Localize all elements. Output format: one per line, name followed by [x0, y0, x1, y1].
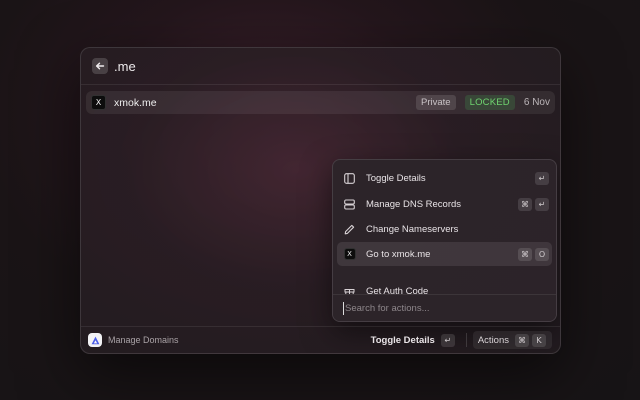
k-key-hint: K — [532, 333, 546, 347]
action-go-to-domain[interactable]: X Go to xmok.me ⌘ O — [337, 242, 552, 266]
action-label: Change Nameservers — [366, 223, 459, 235]
header-bar: .me — [81, 48, 560, 85]
primary-action-button[interactable]: Toggle Details — [371, 335, 435, 346]
action-search-bar — [333, 294, 556, 321]
action-panel: Toggle Details ↵ Manage DNS Records ⌘ ↵ … — [332, 159, 557, 322]
action-label: Toggle Details — [366, 172, 426, 184]
x-logo-icon: X — [343, 248, 356, 260]
action-search-input[interactable] — [343, 301, 537, 315]
enter-key-hint: ↵ — [535, 171, 549, 185]
actions-label: Actions — [477, 334, 509, 346]
privacy-tag: Private — [416, 95, 456, 110]
extension-name: Manage Domains — [108, 335, 179, 345]
command-key-hint: ⌘ — [518, 197, 532, 211]
back-button[interactable] — [92, 58, 108, 74]
action-label: Go to xmok.me — [366, 248, 431, 260]
triangle-logo-icon — [91, 336, 99, 344]
raycast-window: .me X xmok.me Private LOCKED 6 Nov Toggl… — [80, 47, 561, 354]
enter-key-hint: ↵ — [440, 333, 455, 347]
action-change-nameservers[interactable]: Change Nameservers — [337, 217, 552, 241]
actions-button[interactable]: Actions ⌘ K — [472, 331, 552, 349]
sidebar-panel-icon — [343, 172, 356, 185]
footer-divider — [465, 333, 467, 347]
o-key-hint: O — [535, 247, 549, 261]
action-manage-dns[interactable]: Manage DNS Records ⌘ ↵ — [337, 192, 552, 216]
domain-name: xmok.me — [114, 96, 157, 109]
x-logo-icon: X — [91, 95, 106, 110]
action-bar: Manage Domains Toggle Details ↵ Actions … — [81, 326, 560, 353]
action-icon-slot: X — [343, 248, 356, 261]
raycast-extension-logo — [88, 333, 102, 347]
domain-list-item[interactable]: X xmok.me Private LOCKED 6 Nov — [86, 91, 555, 114]
action-label: Manage DNS Records — [366, 198, 462, 210]
enter-key-hint: ↵ — [535, 197, 549, 211]
action-toggle-details[interactable]: Toggle Details ↵ — [337, 166, 552, 190]
command-key-hint: ⌘ — [515, 333, 529, 347]
server-stack-icon — [343, 198, 356, 211]
command-key-hint: ⌘ — [518, 247, 532, 261]
arrow-left-icon — [95, 62, 105, 70]
search-query-title[interactable]: .me — [114, 59, 136, 74]
pencil-icon — [343, 223, 356, 236]
status-badge: LOCKED — [464, 95, 515, 110]
expiry-date: 6 Nov — [523, 97, 550, 108]
